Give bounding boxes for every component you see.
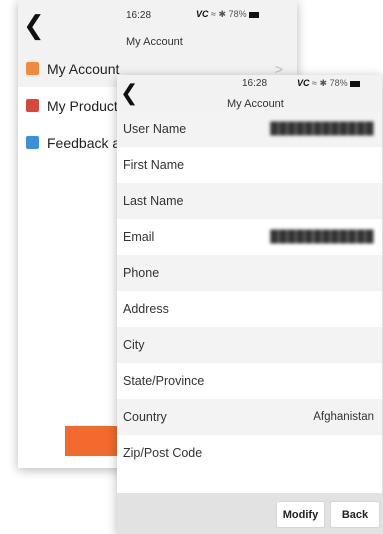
- field-row-phone: Phone: [117, 255, 382, 291]
- bluetooth-icon: ✱: [319, 78, 328, 88]
- status-icons: VC ≈ ✱ 78%: [196, 9, 260, 20]
- field-row-user-name: User Name ████████████: [117, 111, 382, 147]
- wifi-icon: ≈: [211, 9, 216, 19]
- carrier-label: VC: [297, 78, 310, 88]
- field-label: Phone: [123, 266, 160, 280]
- field-label: User Name: [123, 122, 187, 136]
- status-time: 16:28: [126, 10, 152, 21]
- wifi-icon: ≈: [312, 78, 317, 88]
- status-icons: VC ≈ ✱ 78%: [297, 78, 361, 89]
- field-label: Last Name: [123, 194, 184, 208]
- back-arrow-icon[interactable]: ❮: [23, 13, 45, 39]
- field-label: Address: [123, 302, 169, 316]
- field-row-address: Address: [117, 291, 382, 327]
- field-row-last-name: Last Name: [117, 183, 382, 219]
- account-icon: [26, 62, 39, 75]
- account-details-screen: ❮ 16:28 VC ≈ ✱ 78% My Account User Name …: [117, 75, 382, 534]
- back-button[interactable]: Back: [330, 501, 380, 528]
- field-value: ████████████: [270, 231, 374, 243]
- field-label: Zip/Post Code: [123, 446, 203, 460]
- field-value: Afghanistan: [313, 411, 374, 423]
- field-label: Country: [123, 410, 167, 424]
- status-bar: ❮ 16:28 VC ≈ ✱ 78% My Account: [18, 0, 297, 50]
- page-title: My Account: [227, 98, 284, 110]
- field-value: ████████████: [270, 123, 374, 135]
- field-row-first-name: First Name: [117, 147, 382, 183]
- menu-item-label: My Account: [47, 60, 120, 77]
- field-label: State/Province: [123, 374, 205, 388]
- status-time: 16:28: [242, 78, 268, 89]
- field-label: Email: [123, 230, 155, 244]
- battery-level: 78%: [228, 9, 247, 19]
- carrier-label: VC: [196, 9, 209, 19]
- field-label: City: [123, 338, 145, 352]
- page-title: My Account: [126, 36, 183, 48]
- battery-level: 78%: [329, 78, 348, 88]
- feedback-icon: [26, 136, 39, 149]
- field-row-email: Email ████████████: [117, 219, 382, 255]
- field-label: First Name: [123, 158, 185, 172]
- logout-button[interactable]: [65, 426, 125, 456]
- field-row-city: City: [117, 327, 382, 363]
- field-row-country: Country Afghanistan: [117, 399, 382, 435]
- back-arrow-icon[interactable]: ❮: [120, 83, 138, 105]
- battery-icon: [249, 11, 260, 18]
- battery-icon: [350, 80, 361, 87]
- bluetooth-icon: ✱: [218, 9, 227, 19]
- menu-item-label: My Products: [47, 97, 125, 114]
- modify-button[interactable]: Modify: [276, 501, 325, 528]
- field-row-zip-post-code: Zip/Post Code: [117, 435, 382, 471]
- products-icon: [26, 99, 39, 112]
- status-bar: ❮ 16:28 VC ≈ ✱ 78% My Account: [117, 75, 382, 111]
- field-row-state-province: State/Province: [117, 363, 382, 399]
- action-footer: Modify Back: [117, 493, 382, 534]
